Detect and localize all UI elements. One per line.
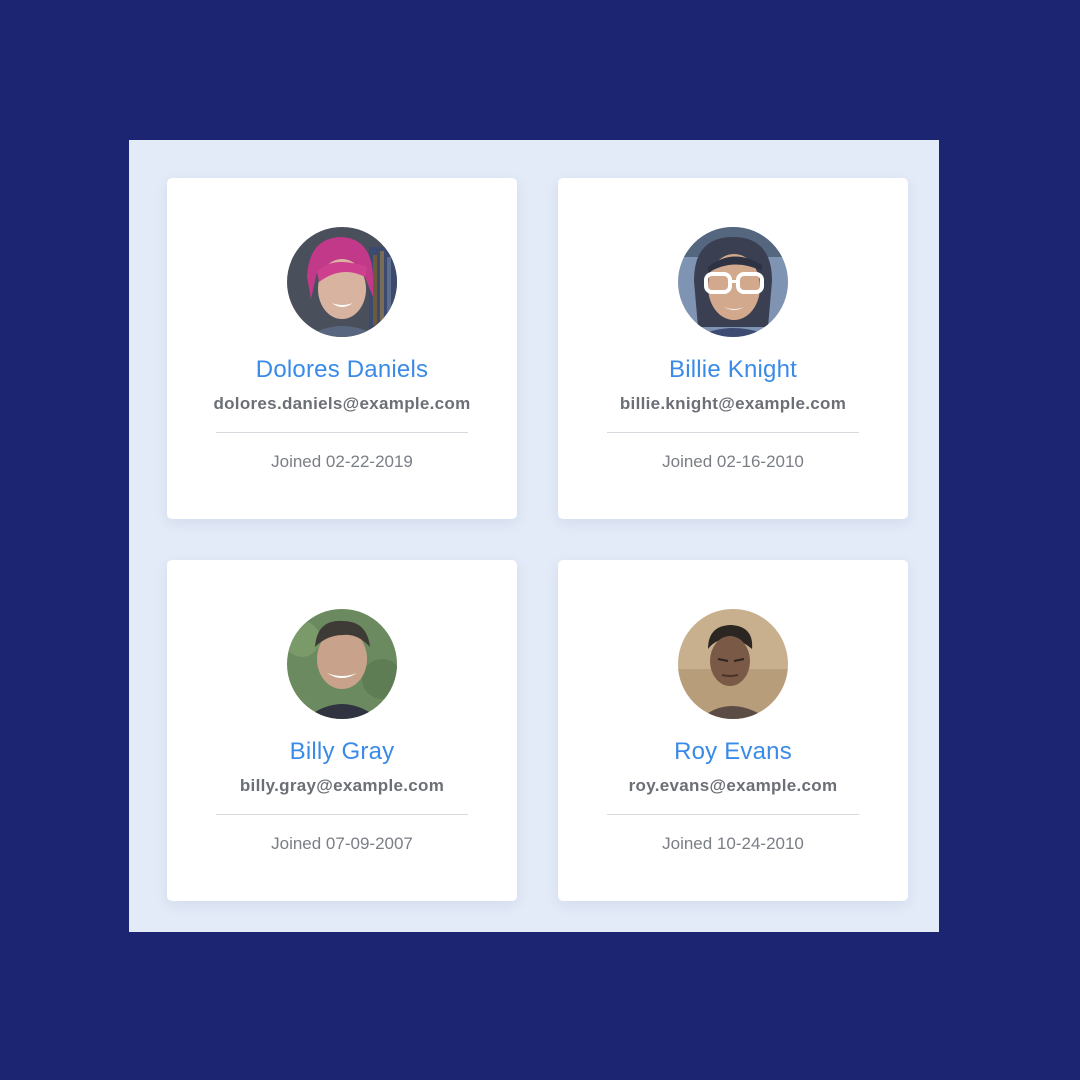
user-email: billie.knight@example.com xyxy=(619,394,847,413)
user-name: Billie Knight xyxy=(668,356,797,383)
joined-date: Joined 10-24-2010 xyxy=(662,834,804,853)
divider xyxy=(607,814,859,815)
joined-date: Joined 02-16-2010 xyxy=(662,452,804,471)
user-card[interactable]: Dolores Daniels dolores.daniels@example.… xyxy=(167,178,517,519)
user-email: billy.gray@example.com xyxy=(239,776,445,795)
user-name: Billy Gray xyxy=(289,738,395,765)
avatar xyxy=(678,227,788,337)
avatar xyxy=(287,227,397,337)
divider xyxy=(607,432,859,433)
joined-date: Joined 07-09-2007 xyxy=(271,834,413,853)
user-card[interactable]: Billie Knight billie.knight@example.com … xyxy=(558,178,908,519)
user-card[interactable]: Roy Evans roy.evans@example.com Joined 1… xyxy=(558,560,908,901)
divider xyxy=(216,814,468,815)
user-cards-panel: Dolores Daniels dolores.daniels@example.… xyxy=(129,140,939,932)
user-name: Dolores Daniels xyxy=(255,356,429,383)
joined-date: Joined 02-22-2019 xyxy=(271,452,413,471)
user-card[interactable]: Billy Gray billy.gray@example.com Joined… xyxy=(167,560,517,901)
avatar xyxy=(287,609,397,719)
avatar xyxy=(678,609,788,719)
user-email: dolores.daniels@example.com xyxy=(213,394,471,413)
user-email: roy.evans@example.com xyxy=(628,776,838,795)
divider xyxy=(216,432,468,433)
user-name: Roy Evans xyxy=(674,738,792,765)
